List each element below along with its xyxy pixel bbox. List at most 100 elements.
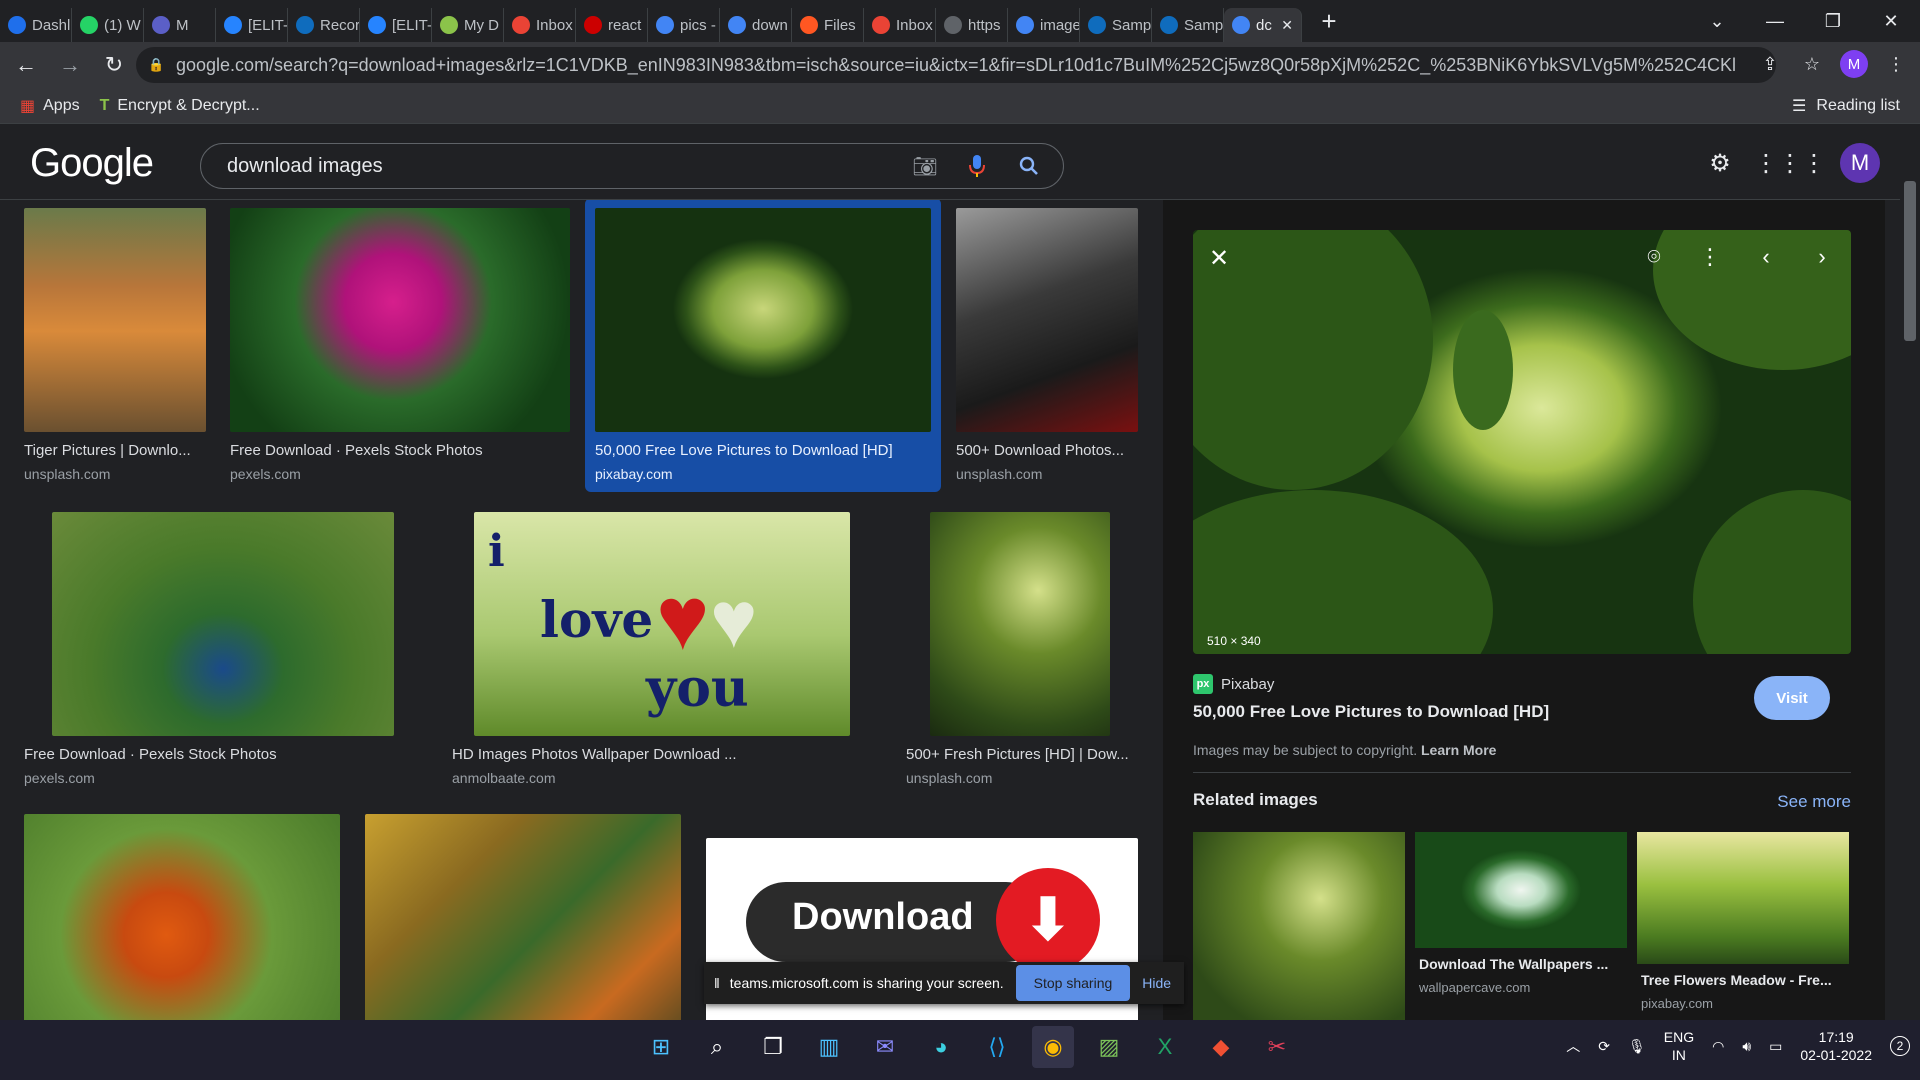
previous-image-icon[interactable]: ‹ xyxy=(1753,244,1779,270)
stop-sharing-button[interactable]: Stop sharing xyxy=(1015,965,1131,1001)
bookmark-encrypt[interactable]: T Encrypt & Decrypt... xyxy=(100,97,260,115)
start-menu-icon[interactable]: ⊞ xyxy=(640,1026,682,1068)
volume-icon[interactable]: 🔊︎ xyxy=(1742,1038,1751,1055)
browser-tab[interactable]: Samp xyxy=(1152,8,1224,42)
page-scrollbar[interactable] xyxy=(1900,125,1920,1020)
new-tab-button[interactable]: + xyxy=(1312,4,1346,38)
restore-button[interactable]: ❐ xyxy=(1804,0,1862,42)
forward-button[interactable]: → xyxy=(52,47,88,83)
see-more-link[interactable]: See more xyxy=(1777,792,1851,812)
bookmarks-bar: ▦ Apps T Encrypt & Decrypt... ☰ Reading … xyxy=(0,88,1920,124)
learn-more-link[interactable]: Learn More xyxy=(1421,742,1496,758)
result-card[interactable] xyxy=(24,814,340,1020)
vscode-icon[interactable]: ⟨⟩ xyxy=(976,1026,1018,1068)
result-card[interactable] xyxy=(365,814,681,1020)
chevron-up-icon[interactable]: ︿ xyxy=(1566,1036,1580,1056)
search-icon[interactable]: ⌕ xyxy=(696,1026,738,1068)
result-card[interactable]: Free Download · Pexels Stock Photos pexe… xyxy=(24,512,396,786)
hide-button[interactable]: Hide xyxy=(1142,975,1171,991)
browser-tab[interactable]: M xyxy=(144,8,216,42)
reading-list-button[interactable]: ☰ Reading list xyxy=(1792,96,1900,116)
reload-button[interactable]: ↻ xyxy=(96,47,132,83)
browser-tab[interactable]: [ELIT- xyxy=(216,8,288,42)
result-card[interactable]: i love you ♥ ♥ HD Images Photos Wallpape… xyxy=(452,512,852,786)
teams-chat-icon[interactable]: ✉ xyxy=(864,1026,906,1068)
browser-tab[interactable]: dc ✕ xyxy=(1224,8,1302,42)
share-icon[interactable]: ⇪ xyxy=(1756,50,1784,78)
battery-icon[interactable]: ▭ xyxy=(1769,1038,1782,1055)
preview-actions: ⌾ ⋮ ‹ › xyxy=(1641,244,1835,270)
related-image-card[interactable]: Download The Wallpapers ... wallpapercav… xyxy=(1415,832,1627,1022)
address-bar[interactable]: 🔒 google.com/search?q=download+images&rl… xyxy=(136,47,1776,83)
chrome-icon[interactable]: ◉ xyxy=(1032,1026,1074,1068)
related-image-card[interactable]: Tree Flowers Meadow - Fre... pixabay.com xyxy=(1637,832,1849,1022)
git-client-icon[interactable]: ◆ xyxy=(1200,1026,1242,1068)
google-logo[interactable]: Google xyxy=(30,141,154,186)
back-button[interactable]: ← xyxy=(8,47,44,83)
notification-badge[interactable]: 2 xyxy=(1890,1036,1910,1056)
result-title: Tiger Pictures | Downlo... xyxy=(24,442,191,459)
microphone-icon[interactable]: 🎙︎ xyxy=(1628,1038,1646,1055)
microphone-icon[interactable] xyxy=(965,154,989,178)
profile-avatar[interactable]: M xyxy=(1840,50,1868,78)
visit-button[interactable]: Visit xyxy=(1754,676,1830,720)
task-view-icon[interactable]: ❐ xyxy=(752,1026,794,1068)
minimize-button[interactable]: — xyxy=(1746,0,1804,42)
settings-gear-icon[interactable]: ⚙ xyxy=(1700,143,1740,183)
result-card[interactable]: Free Download · Pexels Stock Photos pexe… xyxy=(230,208,570,482)
account-avatar[interactable]: M xyxy=(1840,143,1880,183)
browser-tab[interactable]: down xyxy=(720,8,792,42)
google-apps-icon[interactable]: ⋮⋮⋮ xyxy=(1754,143,1826,183)
leaves-thumbnail xyxy=(930,512,1110,736)
close-tab-icon[interactable]: ✕ xyxy=(1281,17,1293,34)
result-card[interactable]: 500+ Download Photos... unsplash.com xyxy=(956,208,1138,482)
preview-title[interactable]: 50,000 Free Love Pictures to Download [H… xyxy=(1193,702,1549,722)
image-viewer-icon[interactable]: ▨ xyxy=(1088,1026,1130,1068)
browser-tab[interactable]: My D xyxy=(432,8,504,42)
result-card[interactable]: 500+ Fresh Pictures [HD] | Dow... unspla… xyxy=(906,512,1136,786)
snipping-tool-icon[interactable]: ✂ xyxy=(1256,1026,1298,1068)
search-input[interactable]: download images 📷︎ xyxy=(200,143,1064,189)
result-card[interactable]: Tiger Pictures | Downlo... unsplash.com xyxy=(24,208,206,482)
copyright-notice: Images may be subject to copyright. Lear… xyxy=(1193,742,1496,758)
lens-search-icon[interactable]: ⌾ xyxy=(1641,244,1667,270)
sync-icon[interactable]: ⟳ xyxy=(1598,1038,1610,1055)
related-thumbnail xyxy=(1415,832,1627,948)
next-image-icon[interactable]: › xyxy=(1809,244,1835,270)
more-options-icon[interactable]: ⋮ xyxy=(1697,244,1723,270)
preview-image[interactable]: ✕ ⌾ ⋮ ‹ › 510 × 340 xyxy=(1193,230,1851,654)
result-source: pexels.com xyxy=(230,466,301,482)
excel-icon[interactable]: X xyxy=(1144,1026,1186,1068)
result-card-selected[interactable]: 50,000 Free Love Pictures to Download [H… xyxy=(585,200,941,492)
widgets-icon[interactable]: ▥ xyxy=(808,1026,850,1068)
preview-source[interactable]: px Pixabay xyxy=(1193,674,1274,694)
browser-tab[interactable]: Recor xyxy=(288,8,360,42)
browser-tab[interactable]: Inbox xyxy=(504,8,576,42)
search-icon[interactable] xyxy=(1017,154,1041,178)
scrollbar-thumb[interactable] xyxy=(1904,181,1916,341)
wifi-icon[interactable]: ◠ xyxy=(1712,1038,1724,1055)
browser-tab[interactable]: pics - xyxy=(648,8,720,42)
browser-tab[interactable]: Inbox xyxy=(864,8,936,42)
header-actions: ⚙ ⋮⋮⋮ M xyxy=(1700,143,1880,183)
browser-tab[interactable]: Dashl xyxy=(0,8,72,42)
browser-tab[interactable]: https xyxy=(936,8,1008,42)
close-preview-icon[interactable]: ✕ xyxy=(1209,244,1229,273)
menu-kebab-icon[interactable]: ⋮ xyxy=(1882,50,1910,78)
browser-tab[interactable]: image xyxy=(1008,8,1080,42)
related-image-card[interactable] xyxy=(1193,832,1405,1022)
browser-tab[interactable]: Samp xyxy=(1080,8,1152,42)
input-language[interactable]: ENG IN xyxy=(1664,1028,1694,1064)
foliage-shape xyxy=(1193,490,1493,654)
browser-tab[interactable]: Files xyxy=(792,8,864,42)
bookmark-apps[interactable]: ▦ Apps xyxy=(20,96,80,116)
browser-tab[interactable]: react xyxy=(576,8,648,42)
tab-search-icon[interactable]: ⌄ xyxy=(1688,0,1746,42)
browser-tab[interactable]: (1) W xyxy=(72,8,144,42)
bookmark-star-icon[interactable]: ☆ xyxy=(1798,50,1826,78)
camera-icon[interactable]: 📷︎ xyxy=(912,154,937,178)
close-window-button[interactable]: ✕ xyxy=(1862,0,1920,42)
browser-tab[interactable]: [ELIT- xyxy=(360,8,432,42)
edge-browser-icon[interactable]: ◕ xyxy=(920,1026,962,1068)
clock[interactable]: 17:19 02-01-2022 xyxy=(1800,1028,1872,1064)
